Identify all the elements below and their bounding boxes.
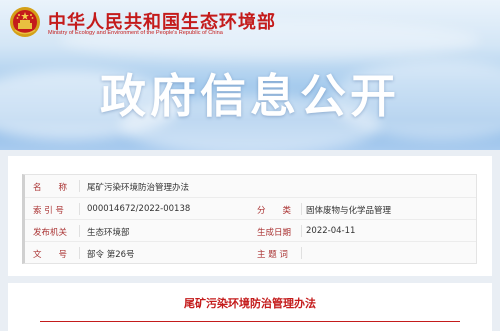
index-value: 000014672/2022-00138 — [87, 204, 191, 214]
date-value: 2022-04-11 — [306, 226, 356, 236]
info-table: 名 称 尾矿污染环境防治管理办法 索 引 号 000014672/2022-00… — [22, 174, 477, 264]
title-divider — [40, 321, 460, 322]
info-row-name: 名 称 尾矿污染环境防治管理办法 — [25, 175, 476, 197]
divider — [79, 247, 80, 259]
document-title: 尾矿污染环境防治管理办法 — [184, 297, 316, 310]
docnum-value: 部令 第26号 — [87, 250, 135, 260]
category-label: 分 类 — [257, 206, 292, 216]
info-row-docnum: 文 号 部令 第26号 主 题 词 — [25, 241, 476, 264]
site-subtitle: Ministry of Ecology and Environment of t… — [48, 30, 223, 36]
issuer-label: 发布机关 — [33, 228, 68, 238]
divider — [301, 225, 302, 237]
banner-title: 政府信息公开 — [100, 69, 400, 123]
divider — [79, 203, 80, 215]
info-row-issuer: 发布机关 生态环境部 生成日期 2022-04-11 — [25, 219, 476, 242]
keywords-label: 主 题 词 — [257, 250, 288, 260]
name-label: 名 称 — [33, 183, 68, 193]
divider — [301, 247, 302, 259]
national-emblem-icon[interactable] — [9, 6, 41, 38]
name-value: 尾矿污染环境防治管理办法 — [87, 183, 190, 193]
divider — [79, 225, 80, 237]
category-value: 固体废物与化学品管理 — [306, 206, 392, 216]
info-card: 名 称 尾矿污染环境防治管理办法 索 引 号 000014672/2022-00… — [8, 156, 492, 276]
index-label: 索 引 号 — [33, 206, 64, 216]
issuer-value: 生态环境部 — [87, 228, 130, 238]
info-row-index: 索 引 号 000014672/2022-00138 分 类 固体废物与化学品管… — [25, 197, 476, 220]
date-label: 生成日期 — [257, 228, 292, 238]
header-banner: 中华人民共和国生态环境部 Ministry of Ecology and Env… — [0, 0, 500, 150]
divider — [301, 203, 302, 215]
docnum-label: 文 号 — [33, 250, 68, 260]
document-card: 尾矿污染环境防治管理办法 — [8, 283, 492, 331]
divider — [79, 180, 80, 192]
